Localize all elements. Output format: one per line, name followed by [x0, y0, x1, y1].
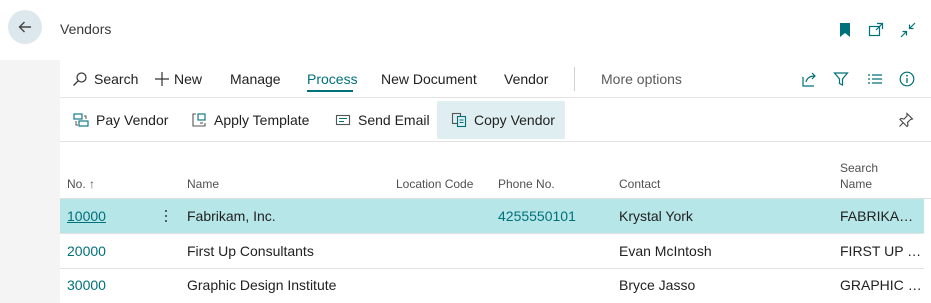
filter-icon [833, 72, 849, 86]
column-header-phone[interactable]: Phone No. [498, 177, 555, 191]
table-row[interactable]: 30000 Graphic Design Institute Bryce Jas… [60, 268, 924, 302]
row-actions-menu[interactable] [160, 206, 172, 226]
column-header-no[interactable]: No. ↑ [67, 177, 95, 191]
pin-icon [899, 112, 914, 128]
process-tab[interactable]: Process [307, 71, 358, 87]
action-bar: Search New Manage Process New Document V… [60, 60, 931, 98]
column-header-location-code[interactable]: Location Code [396, 177, 473, 191]
table-row[interactable]: 20000 First Up Consultants Evan McIntosh… [60, 234, 924, 269]
page-title: Vendors [60, 21, 112, 37]
vendor-contact: Bryce Jasso [619, 277, 696, 293]
search-label: Search [94, 71, 139, 87]
subbar-divider [60, 141, 931, 142]
info-icon [899, 71, 915, 87]
pay-vendor-button[interactable]: Pay Vendor [73, 101, 168, 139]
list-card: Search New Manage Process New Document V… [60, 60, 931, 303]
apply-template-label: Apply Template [214, 112, 310, 128]
vendor-label: Vendor [504, 71, 549, 87]
column-header-search-name-line2[interactable]: Name [840, 177, 872, 191]
more-options-label: More options [601, 71, 682, 87]
plus-icon [155, 72, 169, 86]
search-icon [73, 72, 87, 86]
manage-label: Manage [230, 71, 281, 87]
share-button[interactable] [800, 70, 818, 88]
copy-vendor-label: Copy Vendor [474, 112, 555, 128]
filter-button[interactable] [832, 70, 850, 88]
column-header-search-name-line1[interactable]: Search [840, 161, 878, 175]
send-email-button[interactable]: Send Email [335, 101, 430, 139]
collapse-icon [900, 22, 916, 38]
vendor-contact: Krystal York [619, 208, 693, 224]
vendor-no-link[interactable]: 20000 [67, 243, 106, 259]
info-button[interactable] [898, 70, 916, 88]
vendor-search-name: FIRST UP C... [840, 243, 922, 259]
list-view-button[interactable] [866, 70, 884, 88]
new-document-label: New Document [381, 71, 477, 87]
column-header-contact[interactable]: Contact [619, 177, 660, 191]
vendor-phone[interactable]: 4255550101 [498, 208, 576, 224]
page-header: Vendors [0, 0, 931, 60]
table-row[interactable]: 10000 Fabrikam, Inc. 4255550101 Krystal … [60, 199, 924, 234]
pay-icon [73, 113, 89, 127]
pin-button[interactable] [898, 101, 914, 139]
manage-tab[interactable]: Manage [230, 71, 281, 87]
vendor-name: Graphic Design Institute [187, 277, 337, 293]
vendor-search-name: FABRIKAM, ... [840, 208, 922, 224]
send-email-label: Send Email [358, 112, 430, 128]
email-icon [335, 114, 351, 126]
vendor-name: Fabrikam, Inc. [187, 208, 276, 224]
vendor-tab[interactable]: Vendor [504, 71, 548, 87]
action-separator [574, 67, 575, 91]
column-header-name[interactable]: Name [187, 177, 219, 191]
collapse-button[interactable] [898, 20, 918, 40]
bookmark-button[interactable] [835, 20, 855, 40]
process-actions: Pay Vendor Apply Template Send Email Cop… [60, 101, 931, 139]
active-tab-indicator [307, 90, 353, 92]
vendor-no-link[interactable]: 30000 [67, 277, 106, 293]
open-new-window-icon [868, 22, 884, 37]
vendor-no-link[interactable]: 10000 [67, 208, 106, 224]
action-bar-divider [60, 97, 931, 98]
back-button[interactable] [8, 10, 42, 44]
more-options-button[interactable]: More options [601, 71, 682, 87]
list-icon [868, 74, 882, 84]
vendor-name: First Up Consultants [187, 243, 314, 259]
share-icon [801, 72, 816, 87]
open-new-window-button[interactable] [866, 20, 886, 40]
new-label: New [174, 71, 203, 87]
vendor-contact: Evan McIntosh [619, 243, 712, 259]
copy-vendor-button[interactable]: Copy Vendor [437, 101, 565, 139]
template-icon [192, 113, 206, 127]
bookmark-icon [840, 23, 850, 37]
vendor-search-name: GRAPHIC D... [840, 277, 922, 293]
back-arrow-icon [18, 21, 31, 33]
new-document-tab[interactable]: New Document [381, 71, 477, 87]
search-action[interactable]: Search [72, 71, 138, 87]
copy-icon [451, 112, 467, 128]
process-label: Process [307, 71, 358, 87]
pay-vendor-label: Pay Vendor [96, 112, 169, 128]
new-button[interactable]: New [154, 71, 202, 87]
apply-template-button[interactable]: Apply Template [191, 101, 309, 139]
